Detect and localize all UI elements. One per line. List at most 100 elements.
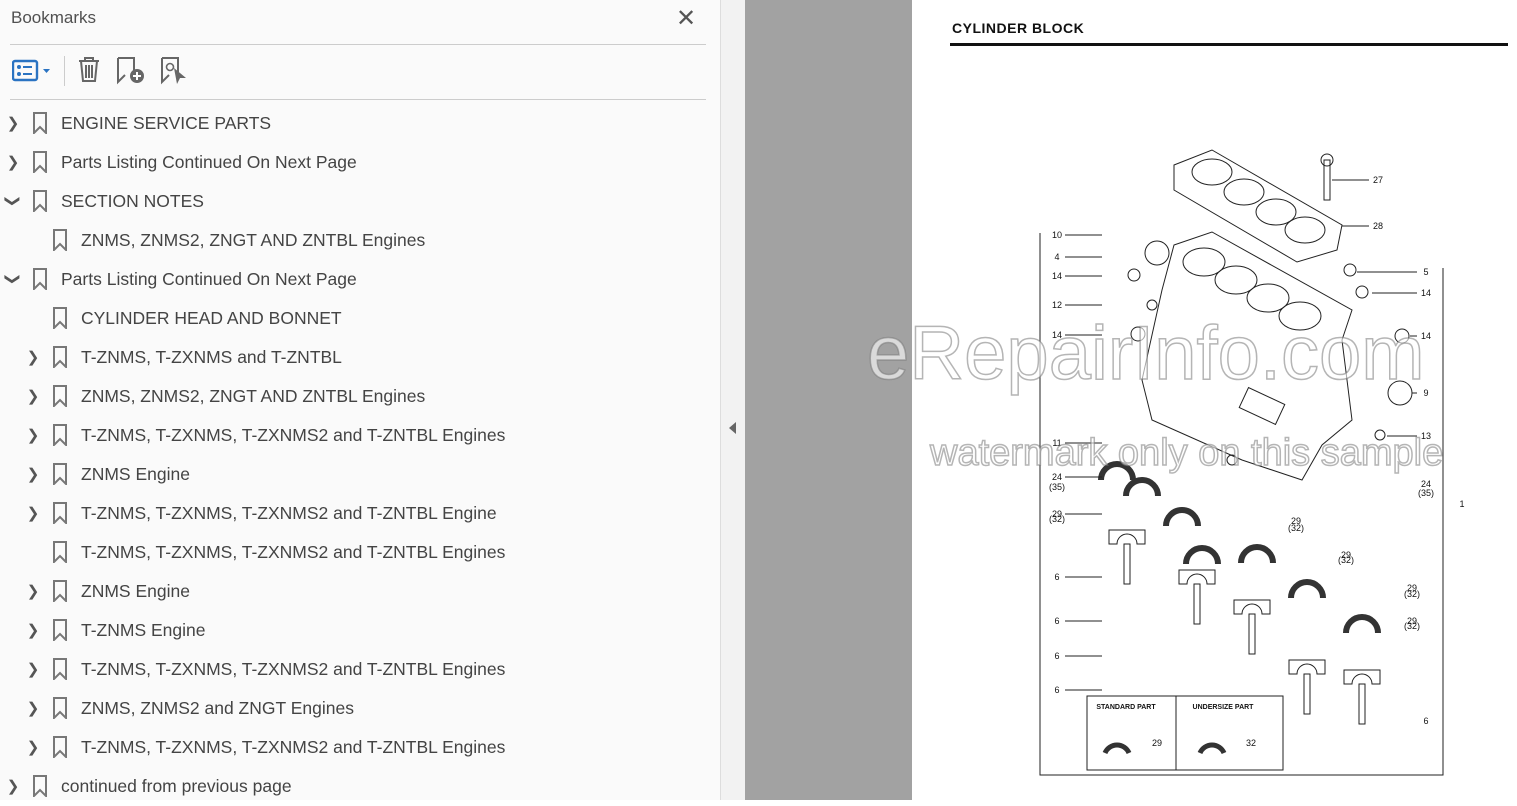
bookmark-label: T-ZNMS, T-ZXNMS, T-ZXNMS2 and T-ZNTBL En… (81, 503, 497, 523)
callout-label: (32) (1404, 621, 1420, 631)
bookmark-item[interactable]: ❯ ZNMS, ZNMS2 and ZNGT Engines (0, 689, 720, 728)
bookmark-item[interactable]: CYLINDER HEAD AND BONNET (0, 299, 720, 338)
chevron-right-icon[interactable]: ❯ (26, 504, 40, 522)
document-background (745, 0, 912, 800)
options-button[interactable] (11, 54, 56, 86)
callout-label: 10 (1052, 230, 1062, 240)
chevron-right-icon[interactable]: ❯ (26, 348, 40, 366)
bookmark-label: SECTION NOTES (61, 191, 204, 211)
bookmark-item[interactable]: ❯ ENGINE SERVICE PARTS (0, 104, 720, 143)
callout-label: 28 (1373, 221, 1383, 231)
bookmark-icon (53, 307, 67, 329)
divider (10, 44, 706, 45)
watermark-line1: eRepairInfo.com (866, 310, 1425, 397)
bookmark-target-icon (161, 57, 186, 85)
bookmark-item[interactable]: T-ZNMS, T-ZXNMS, T-ZXNMS2 and T-ZNTBL En… (0, 533, 720, 572)
bookmark-item[interactable]: ❯ ZNMS Engine (0, 572, 720, 611)
cylinder-block-diagram: 1041412141124(35)29(32)66662728514149132… (1039, 149, 1465, 776)
bookmark-item[interactable]: ❯ T-ZNMS, T-ZXNMS, T-ZXNMS2 and T-ZNTBL E… (0, 416, 720, 455)
bookmark-icon (33, 190, 47, 212)
chevron-right-icon[interactable]: ❯ (26, 387, 40, 405)
chevron-right-icon[interactable]: ❯ (6, 777, 20, 795)
bookmark-icon (53, 424, 67, 446)
bookmark-icon (53, 502, 67, 524)
legend-label: STANDARD PART (1096, 704, 1156, 711)
bookmark-label: T-ZNMS, T-ZXNMS, T-ZXNMS2 and T-ZNTBL En… (81, 542, 506, 562)
callout-label: 4 (1054, 252, 1059, 262)
bearing-shell (1197, 742, 1227, 755)
callout-label: 27 (1373, 175, 1383, 185)
callout-label: 1 (1459, 499, 1464, 509)
bookmark-item[interactable]: ❯ T-ZNMS, T-ZXNMS, T-ZXNMS2 and T-ZNTBL E… (0, 650, 720, 689)
bearing-cap (1288, 659, 1326, 675)
callout-label: 6 (1054, 616, 1059, 626)
plug-seal (1146, 299, 1158, 311)
bookmark-item[interactable]: ❯ ZNMS Engine (0, 455, 720, 494)
collapse-arrow-icon[interactable] (729, 422, 736, 434)
bookmark-icon (53, 346, 67, 368)
chevron-down-icon[interactable]: ❯ (4, 272, 22, 286)
bookmark-item[interactable]: ❯ T-ZNMS, T-ZXNMS and T-ZNTBL (0, 338, 720, 377)
list-options-icon (11, 59, 50, 82)
bookmark-icon (53, 541, 67, 563)
plug-seal (1144, 240, 1170, 266)
callout-label: 6 (1054, 685, 1059, 695)
bookmark-icon (53, 229, 67, 251)
panel-title: Bookmarks (11, 8, 97, 27)
bookmark-icon (53, 385, 67, 407)
delete-bookmark-button[interactable] (76, 54, 102, 86)
bookmark-label: ZNMS, ZNMS2, ZNGT AND ZNTBL Engines (81, 386, 426, 406)
bookmark-item[interactable]: ❯ continued from previous page (0, 767, 720, 806)
bookmark-label: ENGINE SERVICE PARTS (61, 113, 272, 133)
chevron-right-icon[interactable]: ❯ (26, 699, 40, 717)
cap-bolt (1193, 583, 1201, 625)
bookmark-label: CYLINDER HEAD AND BONNET (81, 308, 342, 328)
bookmark-icon (53, 580, 67, 602)
bookmark-icon (53, 658, 67, 680)
chevron-right-icon[interactable]: ❯ (26, 465, 40, 483)
bookmarks-panel: Bookmarks ✕ ❯ ENGINE SERVICE PARTS ❯ Parts … (0, 0, 720, 800)
legend-label: UNDERSIZE PART (1193, 704, 1255, 711)
bookmark-item[interactable]: ❯ Parts Listing Continued On Next Page (0, 260, 720, 299)
bearing-shell (1288, 579, 1326, 599)
callout-label: 6 (1423, 716, 1428, 726)
bookmark-item[interactable]: ZNMS, ZNMS2, ZNGT AND ZNTBL Engines (0, 221, 720, 260)
gasket-bore (1223, 178, 1265, 206)
bookmark-item[interactable]: ❯ ZNMS, ZNMS2, ZNGT AND ZNTBL Engines (0, 377, 720, 416)
gasket-bore (1284, 216, 1326, 244)
callout-label: (32) (1049, 514, 1065, 524)
bookmark-item[interactable]: ❯ T-ZNMS, T-ZXNMS, T-ZXNMS2 and T-ZNTBL E… (0, 728, 720, 767)
callout-label: 5 (1423, 267, 1428, 277)
bookmark-label: ZNMS Engine (81, 464, 190, 484)
chevron-down-icon[interactable]: ❯ (4, 194, 22, 208)
chevron-right-icon[interactable]: ❯ (26, 582, 40, 600)
chevron-right-icon[interactable]: ❯ (26, 621, 40, 639)
bookmark-item[interactable]: ❯ T-ZNMS, T-ZXNMS, T-ZXNMS2 and T-ZNTBL E… (0, 494, 720, 533)
panel-splitter[interactable] (720, 0, 745, 800)
bearing-cap (1343, 669, 1381, 685)
new-bookmark-button[interactable] (116, 54, 148, 86)
bookmark-item[interactable]: ❯ Parts Listing Continued On Next Page (0, 143, 720, 182)
bookmark-label: T-ZNMS, T-ZXNMS, T-ZXNMS2 and T-ZNTBL En… (81, 659, 506, 679)
callout-label: (35) (1418, 488, 1434, 498)
close-icon[interactable]: ✕ (676, 4, 696, 33)
bookmark-icon (33, 775, 47, 797)
callout-label: (32) (1404, 589, 1420, 599)
chevron-right-icon[interactable]: ❯ (26, 660, 40, 678)
bookmark-item[interactable]: ❯ T-ZNMS Engine (0, 611, 720, 650)
bearing-shell (1123, 477, 1161, 497)
bearing-shell (1343, 614, 1381, 634)
bookmark-item[interactable]: ❯ SECTION NOTES (0, 182, 720, 221)
bookmark-target-button[interactable] (160, 54, 190, 86)
plug-seal (1355, 285, 1369, 299)
chevron-right-icon[interactable]: ❯ (26, 426, 40, 444)
chevron-right-icon[interactable]: ❯ (6, 114, 20, 132)
callout-label: (32) (1338, 555, 1354, 565)
cap-bolt (1358, 683, 1366, 725)
callout-label: (35) (1049, 482, 1065, 492)
divider (10, 99, 706, 100)
toolbar-separator (64, 56, 65, 86)
bookmark-icon (53, 736, 67, 758)
chevron-right-icon[interactable]: ❯ (26, 738, 40, 756)
chevron-right-icon[interactable]: ❯ (6, 153, 20, 171)
